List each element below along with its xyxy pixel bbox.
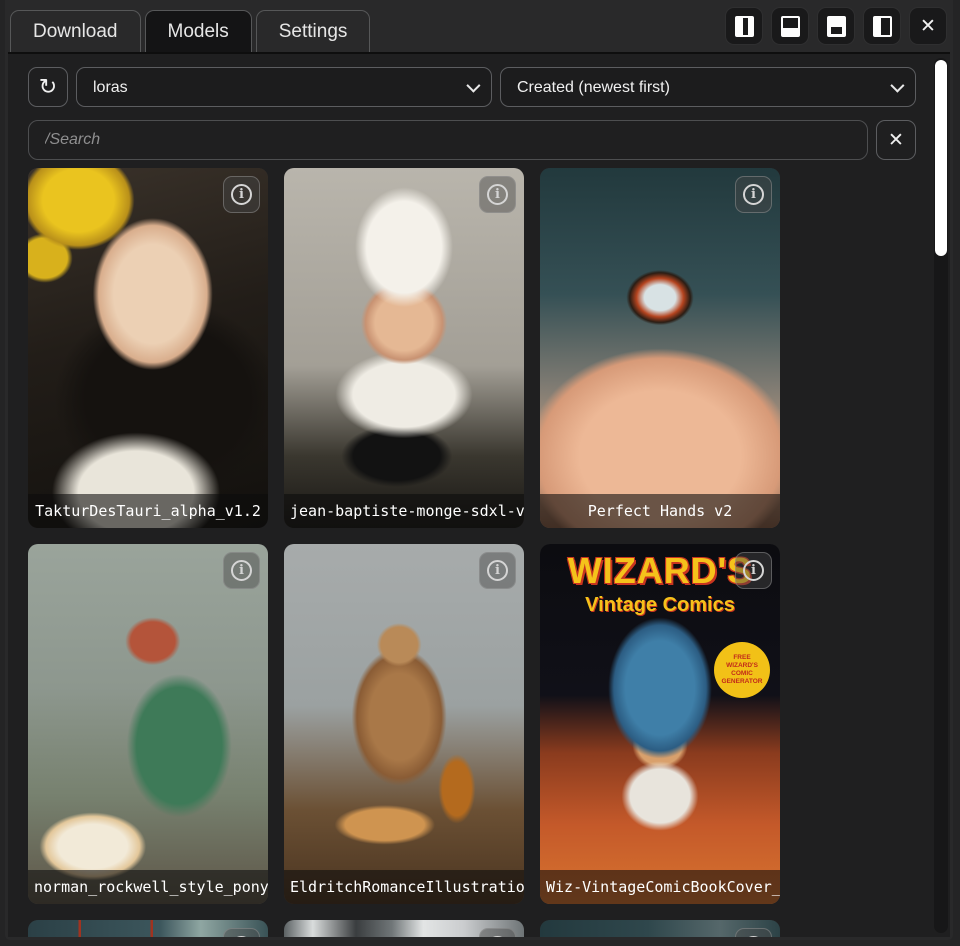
tab-download[interactable]: Download <box>10 10 141 52</box>
layout-top-panel-icon <box>781 16 800 37</box>
model-grid: i TakturDesTauri_alpha_v1.2 i jean-bapti… <box>8 160 808 937</box>
window-controls: ✕ <box>725 7 947 45</box>
model-preview-image <box>284 168 524 528</box>
model-preview-image <box>540 168 780 528</box>
model-type-select[interactable]: loras <box>76 67 492 107</box>
layout-right-panel-icon <box>873 16 892 37</box>
model-preview-image <box>284 544 524 904</box>
model-name: Wiz-VintageComicBookCover_ <box>540 870 780 904</box>
model-info-button[interactable]: i <box>735 928 772 937</box>
app-window: Download Models Settings ✕ ↻ <box>5 0 953 940</box>
refresh-button[interactable]: ↻ <box>28 67 68 107</box>
info-icon: i <box>231 936 252 937</box>
model-type-select-wrap: loras <box>76 67 492 107</box>
info-icon: i <box>487 560 508 581</box>
model-name: TakturDesTauri_alpha_v1.2 <box>28 494 268 528</box>
close-icon: ✕ <box>920 17 936 36</box>
vertical-scrollbar[interactable] <box>934 58 948 933</box>
layout-split-vertical-button[interactable] <box>725 7 763 45</box>
model-info-button[interactable]: i <box>479 928 516 937</box>
search-input[interactable] <box>28 120 868 160</box>
sort-select[interactable]: Created (newest first) <box>500 67 916 107</box>
info-icon: i <box>743 560 764 581</box>
info-icon: i <box>231 184 252 205</box>
model-info-button[interactable]: i <box>223 928 260 937</box>
search-row: ✕ <box>8 107 950 160</box>
model-preview-image <box>28 168 268 528</box>
model-name: EldritchRomanceIllustratio <box>284 870 524 904</box>
model-card[interactable]: i norman_rockwell_style_pony <box>28 544 268 904</box>
model-info-button[interactable]: i <box>479 176 516 213</box>
layout-bottom-panel-button[interactable] <box>817 7 855 45</box>
clear-search-button[interactable]: ✕ <box>876 120 916 160</box>
model-info-button[interactable]: i <box>223 552 260 589</box>
titlebar: Download Models Settings ✕ <box>5 0 953 52</box>
close-button[interactable]: ✕ <box>909 7 947 45</box>
info-icon: i <box>231 560 252 581</box>
model-name: jean-baptiste-monge-sdxl-v <box>284 494 524 528</box>
card-art-subtitle: Vintage Comics <box>540 594 780 617</box>
tab-settings[interactable]: Settings <box>256 10 371 52</box>
scrollbar-thumb[interactable] <box>935 60 947 256</box>
layout-right-panel-button[interactable] <box>863 7 901 45</box>
model-card[interactable]: i <box>284 920 524 937</box>
model-info-button[interactable]: i <box>735 176 772 213</box>
model-card[interactable]: WIZARD'S Vintage Comics Free Wizard's Co… <box>540 544 780 904</box>
info-icon: i <box>743 936 764 937</box>
model-info-button[interactable]: i <box>735 552 772 589</box>
card-art-text: WIZARD'S Vintage Comics Free Wizard's Co… <box>540 544 780 904</box>
model-card[interactable]: i jean-baptiste-monge-sdxl-v <box>284 168 524 528</box>
info-icon: i <box>487 184 508 205</box>
layout-top-panel-button[interactable] <box>771 7 809 45</box>
layout-bottom-panel-icon <box>827 16 846 37</box>
model-info-button[interactable]: i <box>479 552 516 589</box>
card-art-badge: Free Wizard's Comic Generator <box>714 642 770 698</box>
filter-toolbar: ↻ loras Created (newest first) <box>8 54 950 107</box>
tab-models[interactable]: Models <box>145 10 252 52</box>
info-icon: i <box>743 184 764 205</box>
sort-select-wrap: Created (newest first) <box>500 67 916 107</box>
layout-split-vertical-icon <box>735 16 754 37</box>
model-info-button[interactable]: i <box>223 176 260 213</box>
clear-search-icon: ✕ <box>888 131 904 150</box>
model-card[interactable]: i Perfect Hands v2 <box>540 168 780 528</box>
model-card[interactable]: i TakturDesTauri_alpha_v1.2 <box>28 168 268 528</box>
refresh-icon: ↻ <box>39 76 57 98</box>
models-panel: ↻ loras Created (newest first) ✕ <box>8 52 950 937</box>
model-card[interactable]: i <box>540 920 780 937</box>
model-card[interactable]: i <box>28 920 268 937</box>
model-card[interactable]: i EldritchRomanceIllustratio <box>284 544 524 904</box>
model-name: Perfect Hands v2 <box>540 494 780 528</box>
model-name: norman_rockwell_style_pony <box>28 870 268 904</box>
model-preview-image <box>28 544 268 904</box>
info-icon: i <box>487 936 508 937</box>
